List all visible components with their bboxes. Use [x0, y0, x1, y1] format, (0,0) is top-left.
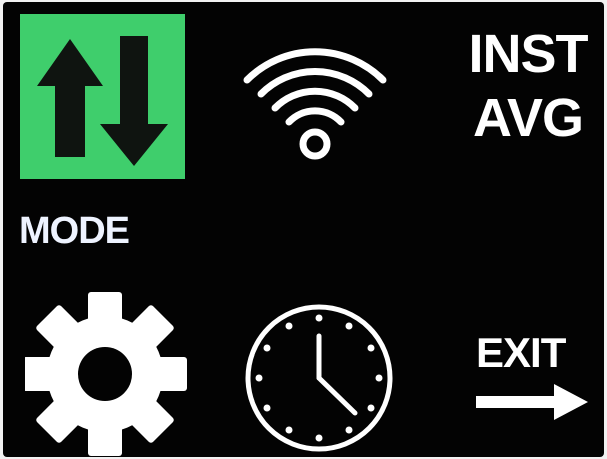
- mode-label: MODE: [19, 210, 130, 252]
- device-screen: MODE INST AVG EXIT: [3, 2, 604, 457]
- inst-avg-button[interactable]: INST AVG: [458, 22, 598, 162]
- mode-button[interactable]: [20, 14, 185, 179]
- wifi-button[interactable]: [235, 32, 395, 162]
- exit-label: EXIT: [476, 329, 566, 376]
- inst-label: INST: [468, 24, 588, 84]
- avg-label: AVG: [472, 88, 584, 148]
- up-down-arrows-icon: [37, 36, 168, 166]
- clock-icon: [245, 304, 393, 452]
- settings-button[interactable]: [25, 292, 190, 457]
- clock-button[interactable]: [239, 300, 404, 455]
- wifi-icon: [243, 48, 387, 160]
- gear-icon: [25, 292, 187, 456]
- exit-button[interactable]: EXIT: [471, 332, 596, 422]
- right-arrow-icon: [476, 384, 588, 420]
